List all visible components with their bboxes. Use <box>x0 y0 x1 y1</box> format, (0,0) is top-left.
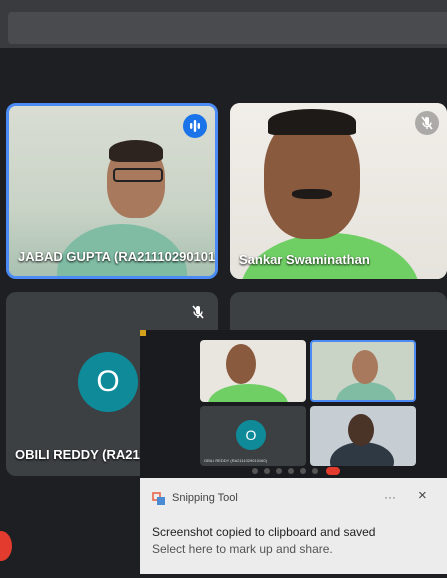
participant-name: Sankar Swaminathan <box>239 252 370 267</box>
preview-body <box>208 384 288 402</box>
preview-control-dot <box>300 468 306 474</box>
preview-caption: OBILI REDDY (RA2111029010160) <box>204 458 267 463</box>
participant-glasses <box>113 168 163 182</box>
preview-tile-other <box>310 406 416 466</box>
preview-control-dot <box>288 468 294 474</box>
preview-accent-strip <box>140 330 146 336</box>
preview-tile-obili: O OBILI REDDY (RA2111029010160) <box>200 406 306 466</box>
participant-mustache <box>292 189 332 199</box>
close-icon[interactable]: × <box>418 487 427 504</box>
preview-control-bar <box>250 466 376 476</box>
preview-end-call <box>326 467 340 475</box>
participant-tile-jabad[interactable]: JABAD GUPTA (RA2111029010148) <box>6 103 218 279</box>
participant-hair <box>109 140 163 162</box>
preview-tile-jabad <box>310 340 416 402</box>
notification-title: Screenshot copied to clipboard and saved <box>152 525 376 539</box>
top-bar <box>0 0 447 48</box>
snipping-tool-notification[interactable]: Snipping Tool ··· × Screenshot copied to… <box>140 478 447 574</box>
preview-head <box>226 344 256 384</box>
snipping-tool-icon <box>152 492 166 506</box>
top-bar-strip <box>8 12 447 44</box>
notification-app-name: Snipping Tool <box>172 492 238 504</box>
participant-hair <box>268 109 356 135</box>
record-indicator <box>0 531 12 561</box>
participant-name: JABAD GUPTA (RA2111029010148) <box>18 249 218 264</box>
preview-control-dot <box>252 468 258 474</box>
preview-head <box>352 350 378 384</box>
notification-subtitle: Select here to mark up and share. <box>152 542 333 556</box>
preview-control-dot <box>312 468 318 474</box>
preview-control-dot <box>264 468 270 474</box>
screenshot-preview-window[interactable]: O OBILI REDDY (RA2111029010160) <box>140 330 447 478</box>
preview-body <box>336 382 396 400</box>
participant-tile-sankar[interactable]: Sankar Swaminathan <box>230 103 447 279</box>
participant-avatar: O <box>78 352 138 412</box>
preview-tile-sankar <box>200 340 306 402</box>
preview-control-dot <box>276 468 282 474</box>
speaking-icon <box>183 114 207 138</box>
preview-head <box>348 414 374 446</box>
preview-avatar: O <box>236 420 266 450</box>
more-options-icon[interactable]: ··· <box>384 490 396 504</box>
participant-name: OBILI REDDY (RA21110 <box>15 447 160 462</box>
mic-off-icon <box>415 111 439 135</box>
mic-off-icon <box>186 300 210 324</box>
